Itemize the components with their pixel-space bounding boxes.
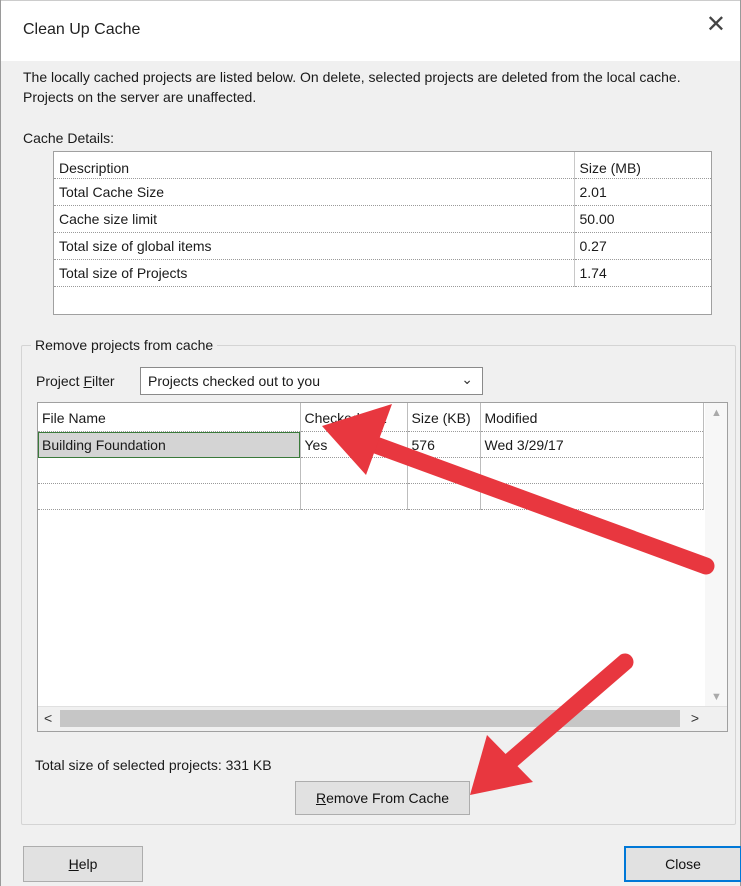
close-button[interactable]: Close [624,846,741,882]
table-header-row: Description Size (MB) [54,152,711,179]
project-filter-value: Projects checked out to you [148,373,320,389]
column-header-size-kb[interactable]: Size (KB) [407,403,481,432]
column-header-description: Description [54,152,575,179]
table-row: Cache size limit 50.00 [54,205,711,233]
cell-description: Total size of Projects [54,259,575,287]
cell-size: 1.74 [574,259,711,287]
help-button-label: elp [78,856,98,872]
help-access-key: H [68,856,79,872]
horizontal-scrollbar[interactable]: < > [38,706,727,731]
cell-size: 2.01 [574,178,711,206]
cache-details-table: Description Size (MB) Total Cache Size 2… [53,151,712,315]
help-button[interactable]: Help [23,846,143,882]
cell-size-kb[interactable] [407,483,481,510]
filter-label-post: ilter [92,373,115,389]
cell-file-name[interactable]: Building Foundation [38,431,301,458]
cell-checked-out[interactable] [300,457,408,484]
cell-size: 0.27 [574,232,711,260]
remove-projects-legend: Remove projects from cache [31,337,218,353]
remove-button-label: emove From Cache [326,790,450,806]
table-row: Total size of Projects 1.74 [54,259,711,287]
remove-access-key: R [315,790,327,806]
cache-details-label: Cache Details: [23,130,115,146]
project-filter-dropdown[interactable]: Projects checked out to you ⌄ [140,367,483,395]
cell-modified[interactable] [480,457,704,484]
vertical-scrollbar[interactable]: ▲ ▼ [705,403,727,709]
chevron-right-icon[interactable]: > [691,710,699,726]
cached-projects-list[interactable]: File Name Checked Out Size (KB) Modified… [37,402,728,732]
total-selected-size: Total size of selected projects: 331 KB [35,757,272,773]
window-title: Clean Up Cache [23,21,141,38]
filter-label-pre: Project [36,373,84,389]
table-row[interactable] [38,457,704,484]
chevron-left-icon[interactable]: < [44,710,52,726]
chevron-down-icon[interactable]: ⌄ [461,371,473,388]
table-header-row: File Name Checked Out Size (KB) Modified [38,403,704,432]
scrollbar-thumb[interactable] [60,710,680,727]
project-filter-label: Project Filter [36,373,115,389]
cell-file-name[interactable] [38,457,301,484]
column-header-modified[interactable]: Modified [480,403,704,432]
cell-size: 50.00 [574,205,711,233]
column-header-file-name[interactable]: File Name [38,403,301,432]
title-bar: Clean Up Cache ✕ [1,0,740,61]
cell-description: Cache size limit [54,205,575,233]
table-row: Total size of global items 0.27 [54,232,711,260]
cell-size-kb[interactable] [407,457,481,484]
cell-checked-out[interactable]: Yes [300,431,408,458]
filter-label-access-key: F [83,373,93,389]
column-header-checked-out[interactable]: Checked Out [300,403,408,432]
table-row[interactable] [38,483,704,510]
cell-file-name[interactable] [38,483,301,510]
cell-modified[interactable]: Wed 3/29/17 [480,431,704,458]
cell-description: Total Cache Size [54,178,575,206]
cell-description: Total size of global items [54,232,575,260]
remove-from-cache-button[interactable]: Remove From Cache [295,781,470,815]
clean-up-cache-dialog: Clean Up Cache ✕ The locally cached proj… [0,0,741,886]
table-row[interactable]: Building Foundation Yes 576 Wed 3/29/17 [38,431,704,458]
intro-text: The locally cached projects are listed b… [23,69,681,105]
cell-checked-out[interactable] [300,483,408,510]
cell-size-kb[interactable]: 576 [407,431,481,458]
column-header-size-mb: Size (MB) [574,152,711,179]
cell-modified[interactable] [480,483,704,510]
chevron-down-icon[interactable]: ▼ [711,691,722,703]
chevron-up-icon[interactable]: ▲ [711,407,722,419]
close-icon[interactable]: ✕ [706,13,726,37]
table-row: Total Cache Size 2.01 [54,178,711,206]
